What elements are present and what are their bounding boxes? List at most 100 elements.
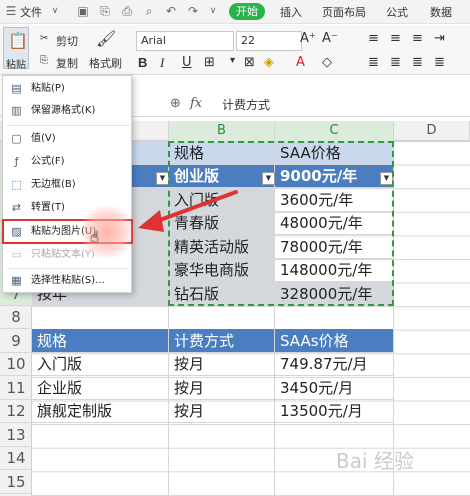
paste-button[interactable]: 📋 粘贴 [3,27,29,71]
fx-icon[interactable]: fx [190,96,202,111]
print-preview-icon[interactable]: ⌕ [142,4,156,18]
save-icon[interactable]: ▣ [76,4,90,18]
paste-label: 粘贴 [6,60,26,71]
annotation-arrow-icon [138,190,238,232]
scissors-icon[interactable]: ✂ [40,33,48,44]
align-middle-icon[interactable]: ≡ [390,31,401,46]
paste-special-icon: ▦ [11,274,22,287]
menu-item-label: 无边框(B) [31,179,76,190]
cell-a10[interactable]: 入门版 [32,353,169,376]
row-header-8[interactable]: 8 [0,306,32,329]
formula-input[interactable]: 计费方式 [222,96,270,113]
zoom-icon[interactable]: ⊕ [170,96,181,111]
chevron-down-icon[interactable]: ∨ [48,4,62,18]
fill-color-icon[interactable]: ◈ [264,55,274,70]
cell-c12[interactable]: 13500元/月 [275,400,394,423]
hamburger-icon[interactable]: ☰ [4,4,18,18]
menu-item-formula[interactable]: ƒ 公式(F) [3,151,133,173]
column-header-b[interactable]: B [169,121,275,141]
redo-icon[interactable]: ↷ [186,4,200,18]
cell-b10[interactable]: 按月 [169,353,275,376]
menu-item-paste-special[interactable]: ▦ 选择性粘贴(S)... [3,270,133,292]
align-top-icon[interactable]: ≡ [368,31,379,46]
chevron-down-icon[interactable]: ▾ [230,55,235,66]
italic-icon[interactable]: I [160,55,164,71]
cell-a11[interactable]: 企业版 [32,376,169,400]
print-icon[interactable]: ⎙ [120,4,134,18]
row-header-13[interactable]: 13 [0,423,32,447]
clear-format-icon[interactable]: ◇ [322,55,332,70]
formula-icon: ƒ [14,155,19,168]
cell-c10[interactable]: 749.87元/月 [275,353,394,376]
cell-b12[interactable]: 按月 [169,400,275,423]
menu-item-label: 粘贴(P) [31,83,65,94]
cell-c11[interactable]: 3450元/月 [275,376,394,400]
cell-a9[interactable]: 规格 [32,329,169,353]
tab-page-layout[interactable]: 页面布局 [322,4,366,20]
align-center-icon[interactable]: ≣ [390,55,401,70]
bold-icon[interactable]: B [138,55,147,70]
increase-font-icon[interactable]: A⁺ [300,31,316,46]
menu-item-values[interactable]: ▢ 值(V) [3,128,133,150]
cell-b11[interactable]: 按月 [169,376,275,400]
menu-bar: ☰ 文件 ∨ ▣ ⎘ ⎙ ⌕ ↶ ↷ ∨ 开始 插入 页面布局 公式 数据 [0,0,470,24]
copy-button[interactable]: 复制 [56,55,78,71]
click-ripple [80,205,134,259]
font-color-icon[interactable]: A [296,55,305,70]
tab-data[interactable]: 数据 [430,4,452,20]
menu-separator [7,125,129,126]
font-name-select[interactable]: Arial [136,31,234,51]
menu-separator [7,268,129,269]
watermark: Bai 经验 [336,449,414,473]
export-icon[interactable]: ⎘ [98,4,112,18]
transpose-icon: ⇄ [11,201,22,214]
underline-icon[interactable]: U [182,55,192,70]
decrease-font-icon[interactable]: A⁻ [322,31,338,46]
border-icon[interactable]: ⊞ [204,55,215,70]
cell-c9[interactable]: SAAs价格 [275,329,394,353]
cut-button[interactable]: 剪切 [56,33,78,49]
wrap-icon[interactable]: ⇥ [434,31,445,46]
no-border-icon: ⬚ [11,178,22,191]
menu-item-label: 公式(F) [31,156,65,167]
format-painter-button[interactable]: 格式刷 [89,55,122,71]
column-header-d[interactable]: D [394,121,470,141]
font-size-select[interactable]: 22 [236,31,302,51]
row-header-11[interactable]: 11 [0,376,32,400]
menu-item-no-border[interactable]: ⬚ 无边框(B) [3,174,133,196]
paste-dropdown-menu: ▤ 粘贴(P) ▥ 保留源格式(K) ▢ 值(V) ƒ 公式(F) ⬚ 无边框(… [2,75,132,293]
column-header-c[interactable]: C [275,121,394,141]
clipboard-icon: 📋 [8,31,28,50]
tab-formulas[interactable]: 公式 [386,4,408,20]
menu-item-label: 转置(T) [31,202,65,213]
mouse-cursor-icon: ☝ [90,228,100,246]
undo-icon[interactable]: ↶ [164,4,178,18]
justify-icon[interactable]: ≣ [434,55,445,70]
copy-icon[interactable]: ⎘ [40,55,48,66]
row-header-10[interactable]: 10 [0,353,32,376]
align-left-icon[interactable]: ≣ [368,55,379,70]
cell-b9[interactable]: 计费方式 [169,329,275,353]
more-chevron-icon[interactable]: ∨ [206,4,220,18]
cell-a12[interactable]: 旗舰定制版 [32,400,169,423]
ribbon-toolbar: 📋 粘贴 ✂ 剪切 ⎘ 复制 🖌 格式刷 Arial 22 A⁺ A⁻ B I … [0,25,470,75]
file-menu[interactable]: 文件 [20,4,42,20]
menu-item-label: 保留源格式(K) [31,105,96,116]
row-header-15[interactable]: 15 [0,470,32,494]
values-icon: ▢ [11,132,22,145]
keep-format-icon: ▥ [11,104,22,117]
menu-item-keep-source-format[interactable]: ▥ 保留源格式(K) [3,100,133,122]
menu-item-paste[interactable]: ▤ 粘贴(P) [3,78,133,100]
row-header-9[interactable]: 9 [0,329,32,353]
cell-style-icon[interactable]: ⊠ [244,55,255,70]
format-painter-icon[interactable]: 🖌 [96,29,116,48]
align-bottom-icon[interactable]: ≡ [412,31,423,46]
menu-item-label: 值(V) [31,133,56,144]
row-header-14[interactable]: 14 [0,447,32,470]
tab-home[interactable]: 开始 [229,3,265,20]
text-only-icon: ▭ [11,248,22,261]
tab-insert[interactable]: 插入 [280,4,302,20]
paste-icon: ▤ [11,82,22,95]
row-header-12[interactable]: 12 [0,400,32,423]
align-right-icon[interactable]: ≣ [412,55,423,70]
